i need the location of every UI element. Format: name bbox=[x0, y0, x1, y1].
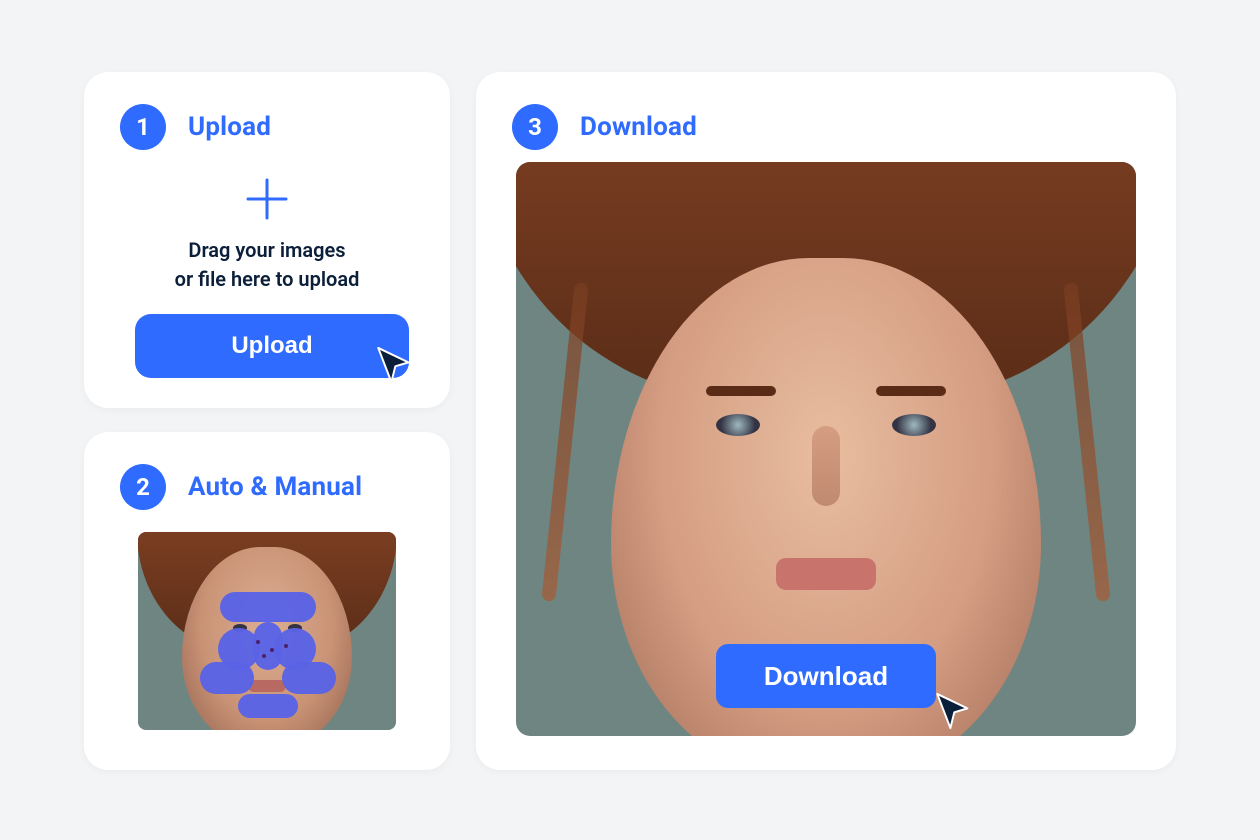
step-title: Upload bbox=[188, 112, 271, 142]
illustration-eye bbox=[716, 414, 760, 436]
illustration-hair-strand bbox=[541, 282, 588, 602]
card-step-upload: 1 Upload Drag your images or file here t… bbox=[84, 72, 450, 408]
illustration-nose bbox=[812, 426, 840, 506]
step-header: 1 Upload bbox=[84, 72, 450, 150]
card-step-download: 3 Download Download bbox=[476, 72, 1176, 770]
upload-button-wrap: Upload bbox=[125, 314, 409, 378]
illustration-brow bbox=[876, 386, 946, 396]
illustration-eye bbox=[892, 414, 936, 436]
dropzone-hint: Drag your images or file here to upload bbox=[175, 236, 360, 294]
dropzone-hint-line: Drag your images bbox=[188, 238, 345, 262]
illustration-lips bbox=[776, 558, 876, 590]
illustration-brow bbox=[706, 386, 776, 396]
step-title: Auto & Manual bbox=[188, 472, 362, 502]
step-number-badge: 2 bbox=[120, 464, 166, 510]
step-number-badge: 3 bbox=[512, 104, 558, 150]
illustration-lips bbox=[248, 680, 286, 692]
blemish-dot bbox=[256, 640, 260, 644]
plus-icon bbox=[244, 176, 290, 226]
step-title: Download bbox=[580, 112, 697, 142]
step-header: 3 Download bbox=[476, 72, 1176, 150]
blemish-dot bbox=[270, 648, 274, 652]
step-number-badge: 1 bbox=[120, 104, 166, 150]
illustration-hair-strand bbox=[1063, 282, 1110, 602]
blemish-dot bbox=[284, 644, 288, 648]
brush-mask-overlay bbox=[282, 662, 336, 694]
download-button-wrap: Download bbox=[716, 644, 936, 708]
result-image: Download bbox=[516, 162, 1136, 736]
card-step-auto-manual: 2 Auto & Manual bbox=[84, 432, 450, 770]
upload-button[interactable]: Upload bbox=[135, 314, 409, 378]
dropzone-hint-line: or file here to upload bbox=[175, 267, 360, 291]
steps-layout: 1 Upload Drag your images or file here t… bbox=[0, 0, 1260, 840]
brush-mask-overlay bbox=[200, 662, 254, 694]
download-button[interactable]: Download bbox=[716, 644, 936, 708]
upload-dropzone[interactable]: Drag your images or file here to upload … bbox=[84, 150, 450, 408]
retouch-preview-thumbnail bbox=[138, 532, 396, 730]
brush-mask-overlay bbox=[238, 694, 298, 718]
blemish-dot bbox=[262, 654, 266, 658]
step-header: 2 Auto & Manual bbox=[84, 432, 450, 510]
brush-mask-overlay bbox=[220, 592, 316, 622]
